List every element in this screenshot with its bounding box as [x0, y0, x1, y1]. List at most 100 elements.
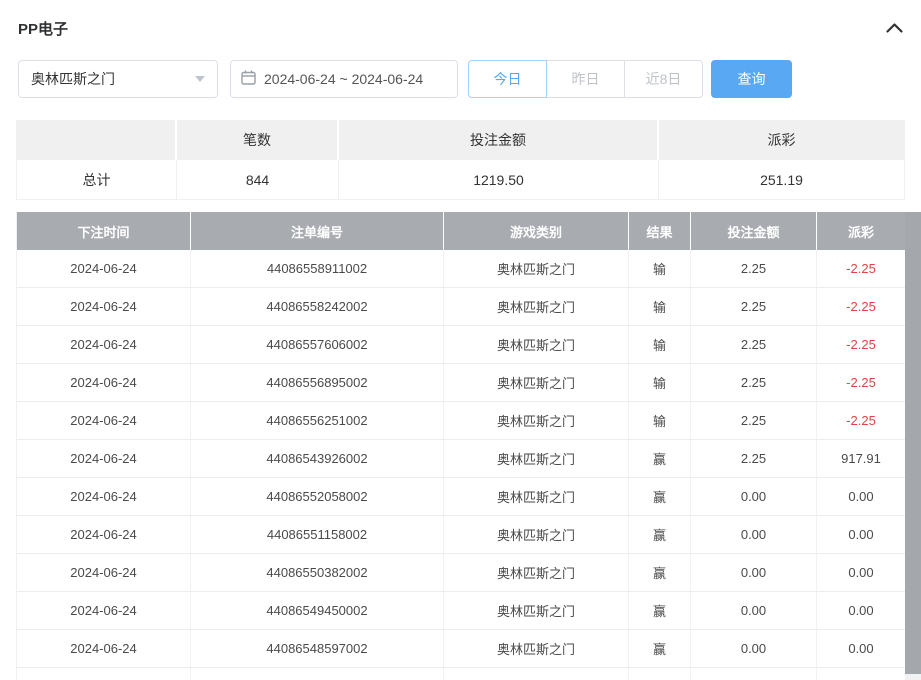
row-cell-time: 2024-06-24	[17, 516, 191, 554]
filter-bar: 奥林匹斯之门 2024-06-24 ~ 2024-06-24 今日 昨日 近8日…	[18, 60, 792, 98]
row-cell-amount	[691, 668, 817, 680]
table-header-payout: 派彩	[817, 212, 905, 250]
row-cell-amount: 0.00	[691, 478, 817, 516]
row-cell-payout: 0.00	[817, 554, 905, 592]
scrollbar-thumb[interactable]	[905, 212, 921, 674]
row-cell-game: 奥林匹斯之门	[444, 592, 629, 630]
row-cell-time: 2024-06-24	[17, 326, 191, 364]
row-cell-time	[17, 668, 191, 680]
row-cell-result: 输	[629, 402, 691, 440]
row-cell-order-id: 44086556251002	[191, 402, 444, 440]
calendar-icon	[241, 70, 264, 88]
row-cell-game: 奥林匹斯之门	[444, 250, 629, 288]
table-header-row: 下注时间 注单编号 游戏类别 结果 投注金额 派彩	[17, 212, 905, 250]
table-row	[17, 668, 905, 680]
table-header-time: 下注时间	[17, 212, 191, 250]
game-select-value: 奥林匹斯之门	[31, 69, 115, 89]
row-cell-payout	[817, 668, 905, 680]
row-cell-amount: 0.00	[691, 630, 817, 668]
summary-total-amount: 1219.50	[339, 160, 659, 200]
game-select[interactable]: 奥林匹斯之门	[18, 60, 218, 98]
row-cell-order-id: 44086558242002	[191, 288, 444, 326]
table-row: 2024-06-24 44086558911002 奥林匹斯之门 输 2.25 …	[17, 250, 905, 288]
row-cell-time: 2024-06-24	[17, 364, 191, 402]
row-cell-result: 赢	[629, 630, 691, 668]
chevron-up-icon	[886, 21, 903, 36]
row-cell-order-id: 44086557606002	[191, 326, 444, 364]
row-cell-order-id: 44086550382002	[191, 554, 444, 592]
table-row: 2024-06-24 44086543926002 奥林匹斯之门 赢 2.25 …	[17, 440, 905, 478]
row-cell-time: 2024-06-24	[17, 288, 191, 326]
row-cell-order-id	[191, 668, 444, 680]
row-cell-payout: -2.25	[817, 250, 905, 288]
panel-header: PP电子	[18, 18, 905, 39]
row-cell-game: 奥林匹斯之门	[444, 516, 629, 554]
row-cell-result: 输	[629, 364, 691, 402]
row-cell-result: 输	[629, 288, 691, 326]
row-cell-game: 奥林匹斯之门	[444, 440, 629, 478]
table-body: 2024-06-24 44086558911002 奥林匹斯之门 输 2.25 …	[17, 250, 905, 680]
row-cell-result: 赢	[629, 516, 691, 554]
row-cell-game: 奥林匹斯之门	[444, 402, 629, 440]
table-row: 2024-06-24 44086548597002 奥林匹斯之门 赢 0.00 …	[17, 630, 905, 668]
table-row: 2024-06-24 44086550382002 奥林匹斯之门 赢 0.00 …	[17, 554, 905, 592]
row-cell-payout: 0.00	[817, 592, 905, 630]
row-cell-amount: 2.25	[691, 402, 817, 440]
caret-down-icon	[195, 76, 205, 82]
row-cell-time: 2024-06-24	[17, 478, 191, 516]
table-header-result: 结果	[629, 212, 691, 250]
row-cell-result: 赢	[629, 440, 691, 478]
row-cell-payout: -2.25	[817, 402, 905, 440]
row-cell-amount: 2.25	[691, 440, 817, 478]
panel-title: PP电子	[18, 18, 68, 39]
date-range-picker[interactable]: 2024-06-24 ~ 2024-06-24	[230, 60, 458, 98]
row-cell-payout: -2.25	[817, 288, 905, 326]
row-cell-game: 奥林匹斯之门	[444, 630, 629, 668]
table-row: 2024-06-24 44086557606002 奥林匹斯之门 输 2.25 …	[17, 326, 905, 364]
row-cell-result	[629, 668, 691, 680]
row-cell-amount: 0.00	[691, 516, 817, 554]
row-cell-order-id: 44086552058002	[191, 478, 444, 516]
summary-total-label: 总计	[17, 160, 177, 200]
row-cell-payout: -2.25	[817, 326, 905, 364]
summary-header-payout: 派彩	[659, 120, 904, 160]
row-cell-amount: 0.00	[691, 592, 817, 630]
quick-range-group: 今日 昨日 近8日	[468, 60, 703, 98]
row-cell-amount: 2.25	[691, 250, 817, 288]
summary-total-count: 844	[177, 160, 339, 200]
table-row: 2024-06-24 44086549450002 奥林匹斯之门 赢 0.00 …	[17, 592, 905, 630]
row-cell-payout: 917.91	[817, 440, 905, 478]
search-button[interactable]: 查询	[711, 60, 792, 98]
summary-header-count: 笔数	[177, 120, 339, 160]
row-cell-game: 奥林匹斯之门	[444, 288, 629, 326]
row-cell-amount: 2.25	[691, 364, 817, 402]
summary-header-corner	[17, 120, 177, 160]
row-cell-time: 2024-06-24	[17, 440, 191, 478]
row-cell-game: 奥林匹斯之门	[444, 478, 629, 516]
row-cell-order-id: 44086549450002	[191, 592, 444, 630]
row-cell-result: 赢	[629, 592, 691, 630]
range-button-yesterday[interactable]: 昨日	[546, 60, 625, 98]
range-button-last8days[interactable]: 近8日	[624, 60, 703, 98]
row-cell-order-id: 44086556895002	[191, 364, 444, 402]
summary-total-row: 总计 844 1219.50 251.19	[17, 160, 904, 200]
range-button-today[interactable]: 今日	[468, 60, 547, 98]
row-cell-result: 输	[629, 326, 691, 364]
table-row: 2024-06-24 44086556895002 奥林匹斯之门 输 2.25 …	[17, 364, 905, 402]
summary-table: 笔数 投注金额 派彩 总计 844 1219.50 251.19	[16, 120, 905, 200]
row-cell-time: 2024-06-24	[17, 630, 191, 668]
row-cell-amount: 0.00	[691, 554, 817, 592]
row-cell-result: 输	[629, 250, 691, 288]
row-cell-time: 2024-06-24	[17, 250, 191, 288]
table-scrollbar[interactable]	[905, 212, 921, 680]
row-cell-game: 奥林匹斯之门	[444, 554, 629, 592]
row-cell-payout: 0.00	[817, 630, 905, 668]
date-range-value: 2024-06-24 ~ 2024-06-24	[264, 71, 423, 87]
table-row: 2024-06-24 44086556251002 奥林匹斯之门 输 2.25 …	[17, 402, 905, 440]
row-cell-game: 奥林匹斯之门	[444, 326, 629, 364]
collapse-button[interactable]	[884, 19, 905, 38]
row-cell-time: 2024-06-24	[17, 592, 191, 630]
row-cell-amount: 2.25	[691, 326, 817, 364]
report-panel: PP电子 奥林匹斯之门 2024-06-24 ~ 2024-06-24	[0, 0, 921, 680]
row-cell-result: 赢	[629, 478, 691, 516]
